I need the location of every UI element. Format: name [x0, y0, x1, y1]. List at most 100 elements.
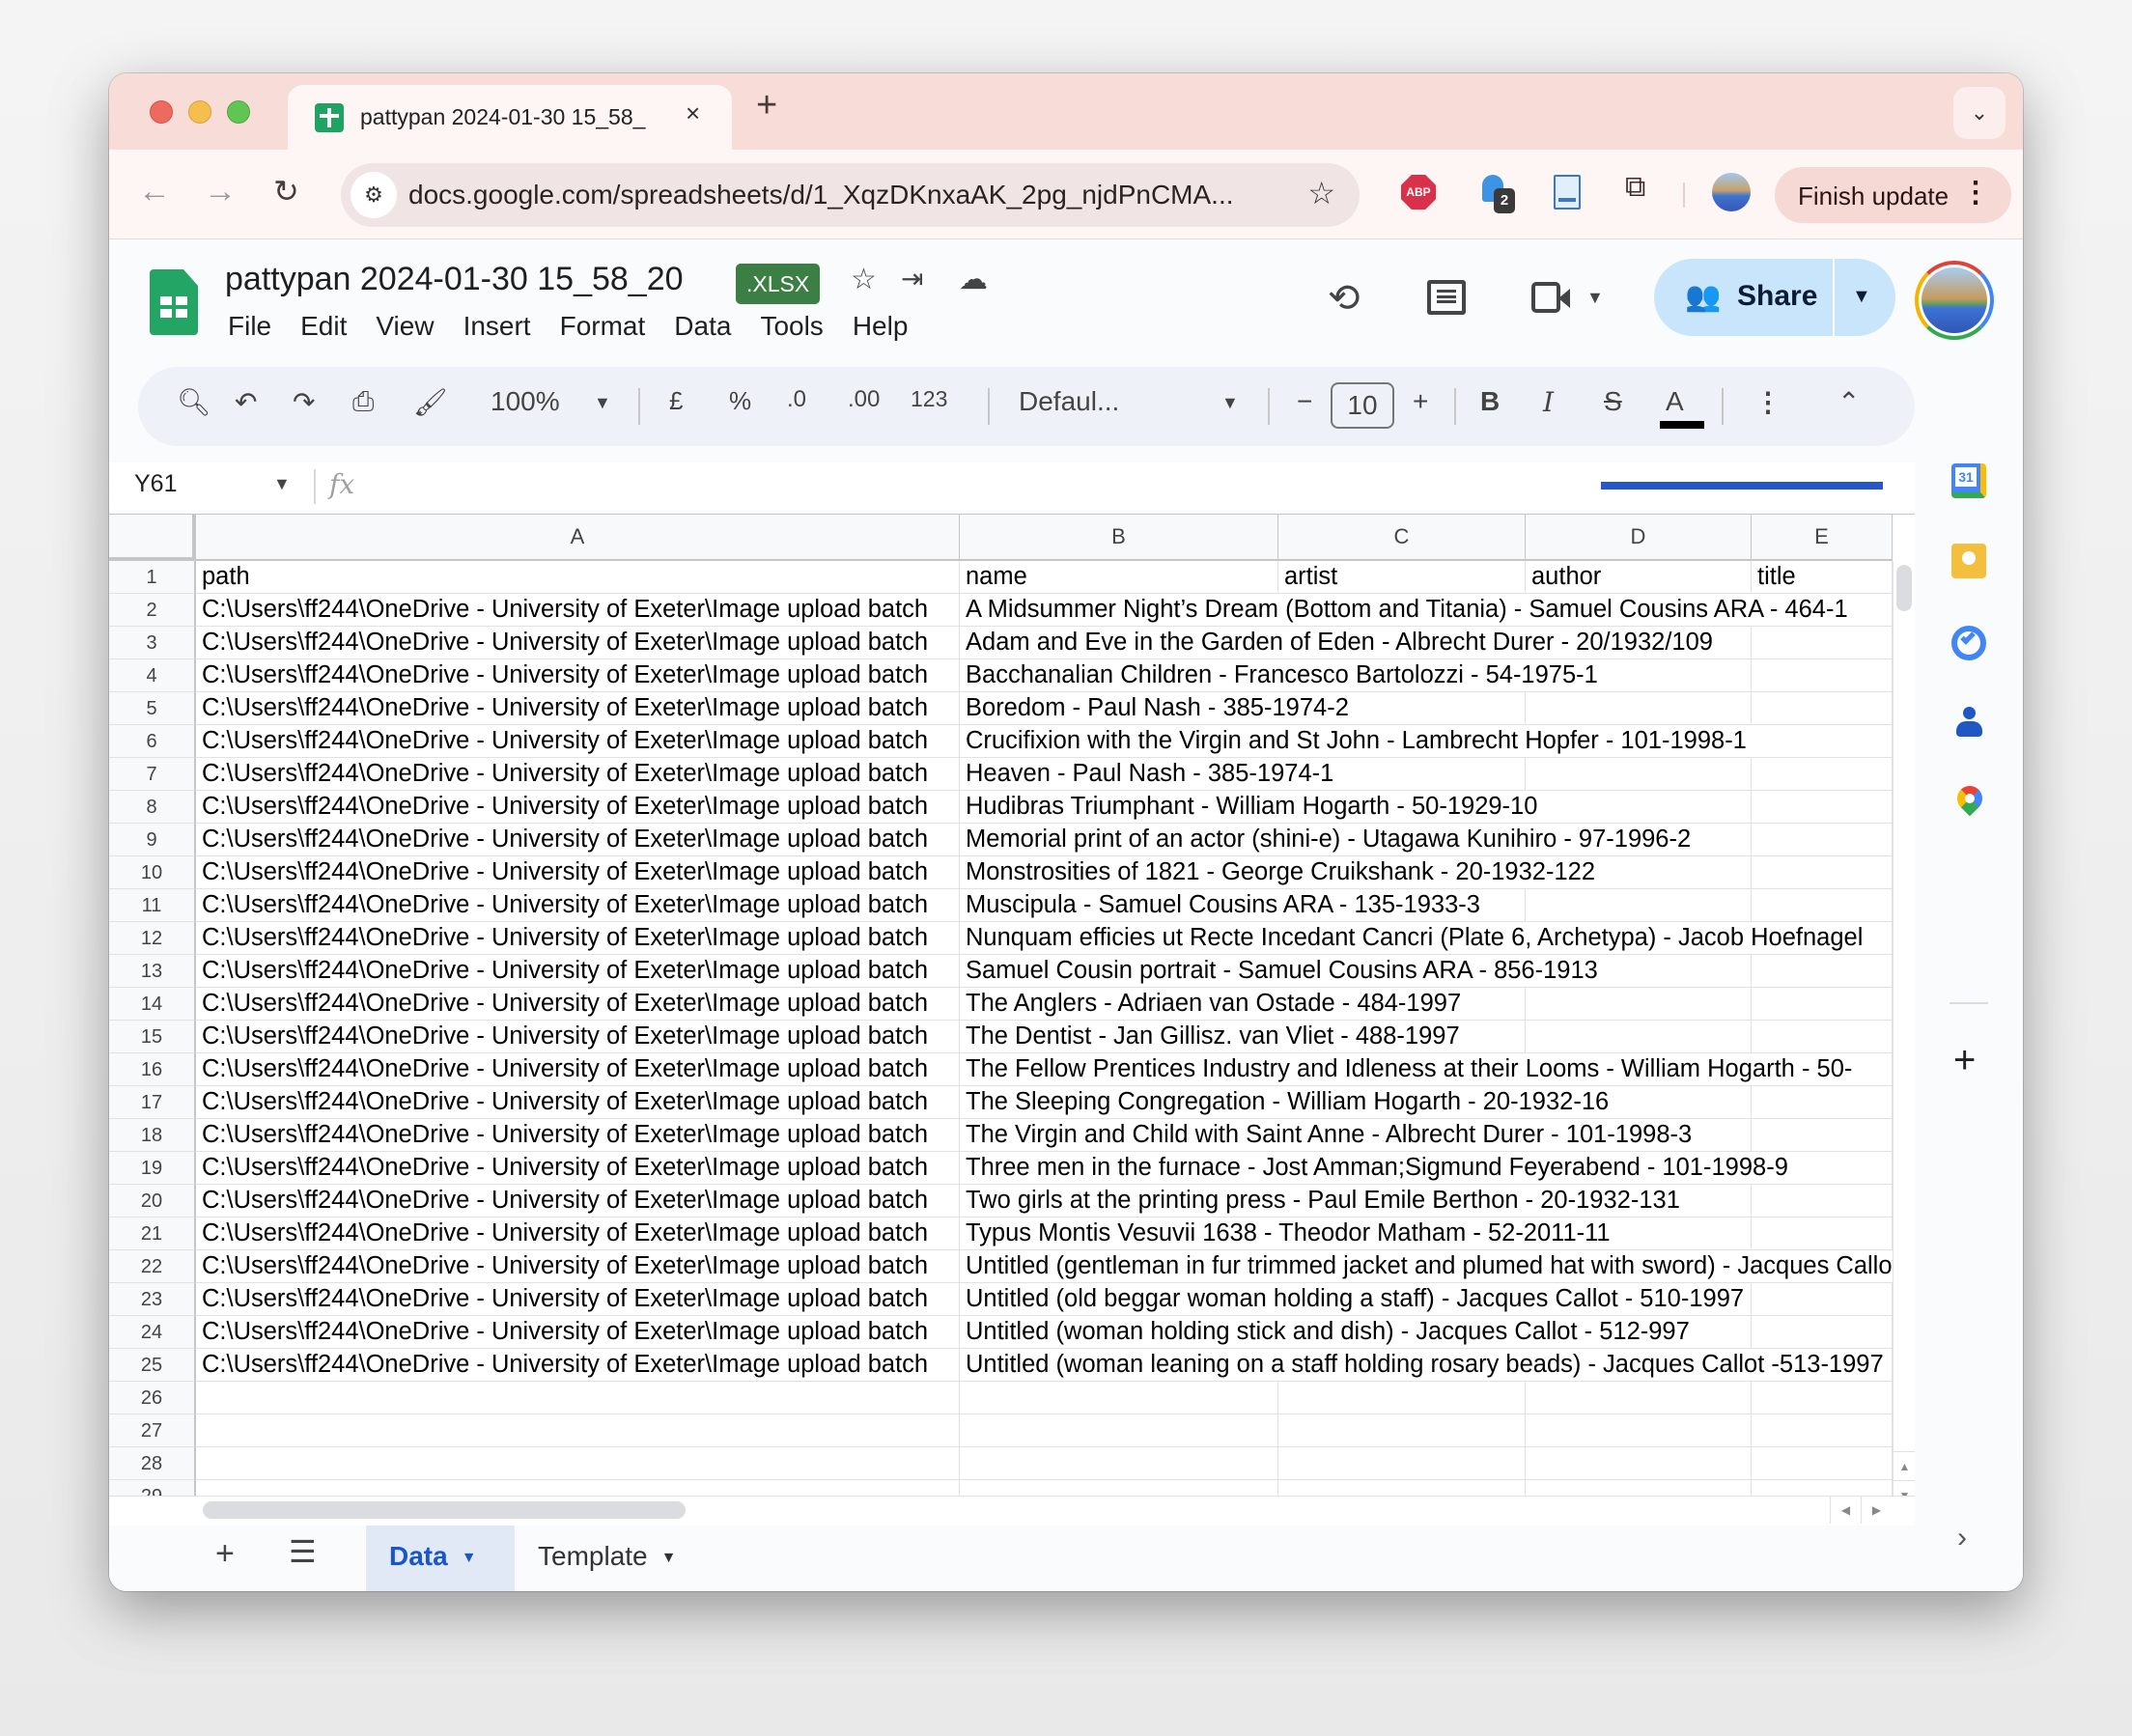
profile-avatar[interactable] — [1712, 173, 1751, 211]
menu-help[interactable]: Help — [853, 311, 909, 342]
cell-e26[interactable] — [1752, 1382, 1893, 1414]
cell-a27[interactable] — [196, 1414, 960, 1447]
cell-b9[interactable]: Memorial print of an actor (shini-e) - U… — [960, 824, 1697, 856]
row-number[interactable]: 22 — [109, 1250, 196, 1283]
cell-e8[interactable] — [1752, 791, 1893, 824]
text-color-button[interactable]: A — [1666, 386, 1684, 417]
minimize-window-button[interactable] — [188, 100, 211, 124]
cell-e24[interactable] — [1752, 1316, 1893, 1349]
ghostery-icon[interactable]: 2 — [1478, 175, 1515, 213]
scroll-left-arrow-icon[interactable]: ◀ — [1830, 1497, 1861, 1524]
horizontal-scroll-thumb[interactable] — [203, 1501, 686, 1519]
row-number[interactable]: 12 — [109, 922, 196, 955]
contacts-icon[interactable] — [1951, 705, 1986, 740]
row-number[interactable]: 6 — [109, 725, 196, 758]
spreadsheet-grid[interactable]: A B C D E 1 path name artist author title 2 C:\… — [109, 514, 1915, 1516]
tab-search-button[interactable]: ⌄ — [1953, 87, 2006, 139]
row-number[interactable]: 5 — [109, 692, 196, 725]
star-icon[interactable]: ☆ — [851, 263, 877, 296]
redo-icon[interactable]: ↷ — [293, 386, 315, 418]
sheet-tab-caret-icon[interactable]: ▼ — [462, 1550, 477, 1566]
cell-e3[interactable] — [1752, 627, 1893, 659]
cell-a2[interactable]: C:\Users\ff244\OneDrive - University of … — [196, 594, 960, 627]
adblock-plus-icon[interactable]: ABP — [1401, 175, 1436, 210]
row-number[interactable]: 13 — [109, 955, 196, 988]
cell-a22[interactable]: C:\Users\ff244\OneDrive - University of … — [196, 1250, 960, 1283]
cell-a12[interactable]: C:\Users\ff244\OneDrive - University of … — [196, 922, 960, 955]
menu-view[interactable]: View — [376, 311, 434, 342]
strikethrough-button[interactable]: S — [1604, 386, 1622, 417]
cell-e15[interactable] — [1752, 1021, 1893, 1053]
maps-icon[interactable] — [1951, 780, 1988, 819]
currency-format-button[interactable]: £ — [669, 386, 683, 416]
cell-e6[interactable] — [1752, 725, 1893, 758]
extensions-puzzle-icon[interactable]: ⧉ — [1625, 171, 1660, 206]
cloud-saved-icon[interactable]: ☁ — [959, 263, 988, 296]
column-header-a[interactable]: A — [196, 515, 960, 561]
cell-b13[interactable]: Samuel Cousin portrait - Samuel Cousins … — [960, 955, 1604, 988]
url-text[interactable]: docs.google.com/spreadsheets/d/1_XqzDKnx… — [408, 180, 1234, 210]
paint-format-icon[interactable]: 🖌︎ — [413, 386, 448, 418]
increase-decimal-button[interactable]: .00 — [848, 386, 880, 413]
row-number[interactable]: 16 — [109, 1053, 196, 1086]
row-number[interactable]: 19 — [109, 1152, 196, 1185]
row-number[interactable]: 17 — [109, 1086, 196, 1119]
cell-b21[interactable]: Typus Montis Vesuvii 1638 - Theodor Math… — [960, 1218, 1616, 1250]
zoom-caret-icon[interactable]: ▼ — [594, 393, 611, 413]
tasks-icon[interactable] — [1951, 626, 1986, 660]
cell-b6[interactable]: Crucifixion with the Virgin and St John … — [960, 725, 1753, 758]
finish-update-button[interactable]: Finish update ⋮ — [1775, 167, 2011, 223]
cell-a8[interactable]: C:\Users\ff244\OneDrive - University of … — [196, 791, 960, 824]
cell-a6[interactable]: C:\Users\ff244\OneDrive - University of … — [196, 725, 960, 758]
select-all-corner[interactable] — [109, 515, 196, 561]
cell-d11[interactable] — [1526, 889, 1752, 922]
cell-c28[interactable] — [1278, 1447, 1526, 1480]
cell-d8[interactable] — [1526, 791, 1752, 824]
row-number[interactable]: 10 — [109, 856, 196, 889]
row-number[interactable]: 14 — [109, 988, 196, 1021]
cell-b18[interactable]: The Virgin and Child with Saint Anne - A… — [960, 1119, 1697, 1152]
menu-edit[interactable]: Edit — [300, 311, 347, 342]
menu-file[interactable]: File — [228, 311, 271, 342]
row-number[interactable]: 8 — [109, 791, 196, 824]
sheet-tab-template[interactable]: Template ▼ — [515, 1522, 699, 1591]
new-tab-button[interactable]: + — [756, 85, 777, 126]
cell-e7[interactable] — [1752, 758, 1893, 791]
reload-button[interactable]: ↻ — [273, 173, 299, 210]
vertical-scroll-thumb[interactable] — [1896, 565, 1912, 611]
cell-b11[interactable]: Muscipula - Samuel Cousins ARA - 135-193… — [960, 889, 1486, 922]
font-size-input[interactable]: 10 — [1331, 382, 1394, 429]
cell-c26[interactable] — [1278, 1382, 1526, 1414]
row-number[interactable]: 25 — [109, 1349, 196, 1382]
cell-b19[interactable]: Three men in the furnace - Jost Amman;Si… — [960, 1152, 1794, 1185]
add-sheet-button[interactable]: + — [215, 1535, 235, 1573]
cell-e23[interactable] — [1752, 1283, 1893, 1316]
cell-a17[interactable]: C:\Users\ff244\OneDrive - University of … — [196, 1086, 960, 1119]
search-menus-icon[interactable]: 🔍︎ — [177, 386, 211, 418]
cell-a20[interactable]: C:\Users\ff244\OneDrive - University of … — [196, 1185, 960, 1218]
cell-b17[interactable]: The Sleeping Congregation - William Hoga… — [960, 1086, 1614, 1119]
cell-b5[interactable]: Boredom - Paul Nash - 385-1974-2 — [960, 692, 1355, 725]
meet-video-icon[interactable] — [1531, 282, 1570, 313]
cell-a21[interactable]: C:\Users\ff244\OneDrive - University of … — [196, 1218, 960, 1250]
cell-b26[interactable] — [960, 1382, 1278, 1414]
cell-e17[interactable] — [1752, 1086, 1893, 1119]
menu-data[interactable]: Data — [674, 311, 731, 342]
cell-a15[interactable]: C:\Users\ff244\OneDrive - University of … — [196, 1021, 960, 1053]
cell-a10[interactable]: C:\Users\ff244\OneDrive - University of … — [196, 856, 960, 889]
move-folder-icon[interactable]: ⇥ — [901, 263, 923, 294]
cell-b27[interactable] — [960, 1414, 1278, 1447]
cell-e13[interactable] — [1752, 955, 1893, 988]
italic-button[interactable]: I — [1543, 386, 1554, 418]
menu-format[interactable]: Format — [560, 311, 646, 342]
cell-e14[interactable] — [1752, 988, 1893, 1021]
scroll-up-arrow-icon[interactable]: ▲ — [1894, 1451, 1915, 1480]
cell-d27[interactable] — [1526, 1414, 1752, 1447]
cell-c27[interactable] — [1278, 1414, 1526, 1447]
account-avatar[interactable] — [1915, 261, 1994, 340]
cell-a14[interactable]: C:\Users\ff244\OneDrive - University of … — [196, 988, 960, 1021]
comments-icon[interactable] — [1427, 280, 1466, 315]
keep-icon[interactable] — [1951, 544, 1986, 578]
font-caret-icon[interactable]: ▼ — [1221, 393, 1239, 413]
column-header-c[interactable]: C — [1278, 515, 1526, 561]
